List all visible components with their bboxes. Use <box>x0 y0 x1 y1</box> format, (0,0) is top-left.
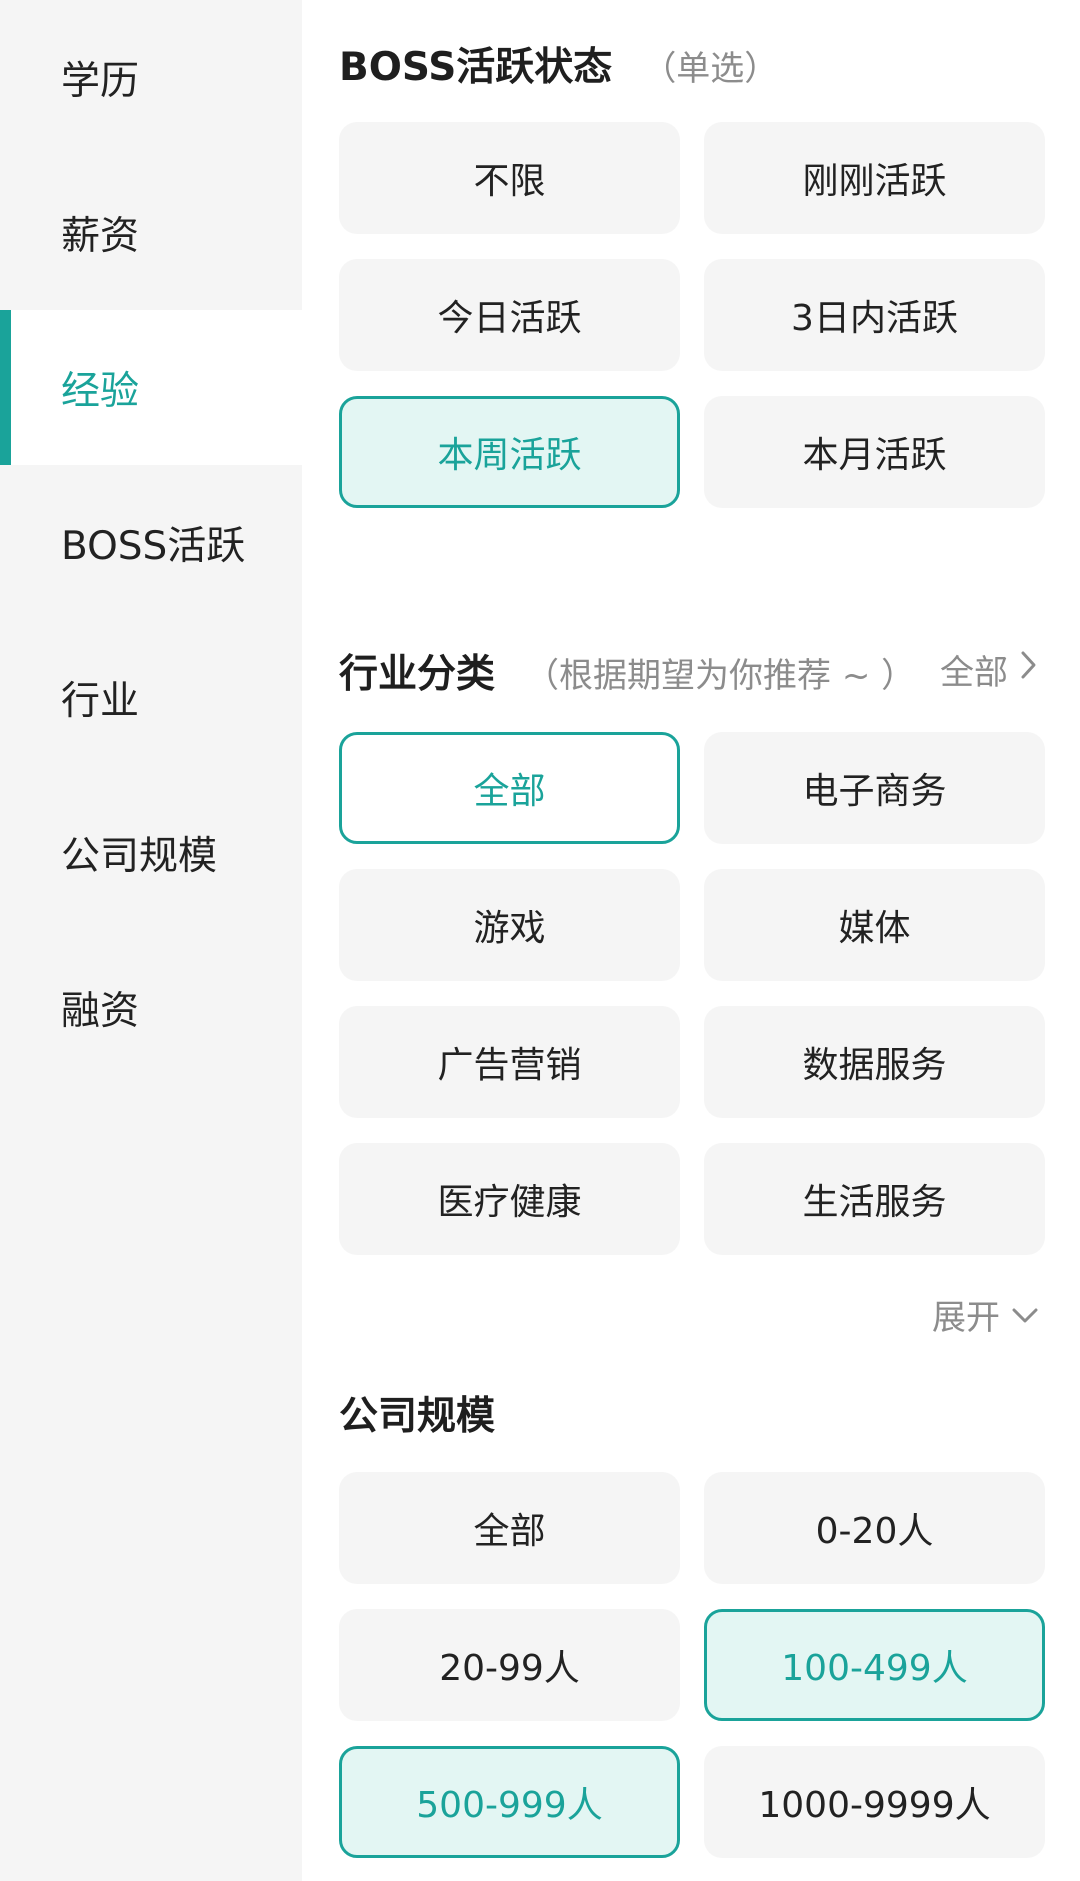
sidebar-item-financing[interactable]: 融资 <box>0 930 302 1085</box>
section-subtitle: （根据期望为你推荐 ~ ） <box>525 656 916 696</box>
industry-header: 行业分类 （根据期望为你推荐 ~ ） <box>339 643 915 699</box>
option-chip[interactable]: 数据服务 <box>704 1006 1045 1118</box>
industry-expand-button[interactable]: 展开 <box>932 1290 1040 1339</box>
filter-screen: 学历 薪资 经验 BOSS活跃 行业 公司规模 融资 BOSS活跃状态 （单选）… <box>0 0 1080 1881</box>
sidebar-item-label: 行业 <box>61 678 140 724</box>
section-subtitle: （单选） <box>642 49 779 89</box>
option-chip[interactable]: 本月活跃 <box>704 396 1045 508</box>
option-chip[interactable]: 游戏 <box>339 869 680 981</box>
filter-category-sidebar: 学历 薪资 经验 BOSS活跃 行业 公司规模 融资 <box>0 0 302 1881</box>
sidebar-item-label: BOSS活跃 <box>61 523 246 569</box>
sidebar-item-label: 经验 <box>61 368 140 414</box>
option-chip[interactable]: 3日内活跃 <box>704 259 1045 371</box>
option-chip[interactable]: 生活服务 <box>704 1143 1045 1255</box>
option-chip[interactable]: 不限 <box>339 122 680 234</box>
option-chip[interactable]: 广告营销 <box>339 1006 680 1118</box>
sidebar-item-label: 学历 <box>61 58 140 104</box>
sidebar-item-boss-active[interactable]: BOSS活跃 <box>0 465 302 620</box>
option-chip[interactable]: 刚刚活跃 <box>704 122 1045 234</box>
company-size-header: 公司规模 <box>339 1385 495 1441</box>
chevron-right-icon <box>1018 648 1040 691</box>
sidebar-item-experience[interactable]: 经验 <box>0 310 302 465</box>
option-chip[interactable]: 20-99人 <box>339 1609 680 1721</box>
sidebar-item-education[interactable]: 学历 <box>0 0 302 155</box>
option-chip[interactable]: 今日活跃 <box>339 259 680 371</box>
option-chip[interactable]: 1000-9999人 <box>704 1746 1045 1858</box>
sidebar-item-company-size[interactable]: 公司规模 <box>0 775 302 930</box>
option-chip[interactable]: 电子商务 <box>704 732 1045 844</box>
all-link-label: 全部 <box>940 653 1008 693</box>
expand-label: 展开 <box>932 1298 1000 1338</box>
section-title: BOSS活跃状态 <box>339 45 613 90</box>
chevron-down-icon <box>1010 1295 1040 1335</box>
filter-options-panel: BOSS活跃状态 （单选） 不限 刚刚活跃 今日活跃 3日内活跃 本周活跃 本月… <box>302 0 1080 1881</box>
option-chip-selected[interactable]: 100-499人 <box>704 1609 1045 1721</box>
option-chip-selected[interactable]: 全部 <box>339 732 680 844</box>
option-chip[interactable]: 医疗健康 <box>339 1143 680 1255</box>
option-chip[interactable]: 全部 <box>339 1472 680 1584</box>
option-chip[interactable]: 媒体 <box>704 869 1045 981</box>
sidebar-item-label: 薪资 <box>61 213 140 259</box>
option-chip-selected[interactable]: 本周活跃 <box>339 396 680 508</box>
option-chip-selected[interactable]: 500-999人 <box>339 1746 680 1858</box>
sidebar-item-label: 公司规模 <box>61 833 218 879</box>
section-title: 行业分类 <box>339 652 496 697</box>
option-chip[interactable]: 0-20人 <box>704 1472 1045 1584</box>
section-title: 公司规模 <box>339 1394 496 1439</box>
sidebar-item-label: 融资 <box>61 988 140 1034</box>
industry-all-link[interactable]: 全部 <box>940 645 1040 694</box>
sidebar-item-industry[interactable]: 行业 <box>0 620 302 775</box>
sidebar-item-salary[interactable]: 薪资 <box>0 155 302 310</box>
boss-status-header: BOSS活跃状态 （单选） <box>339 36 778 92</box>
